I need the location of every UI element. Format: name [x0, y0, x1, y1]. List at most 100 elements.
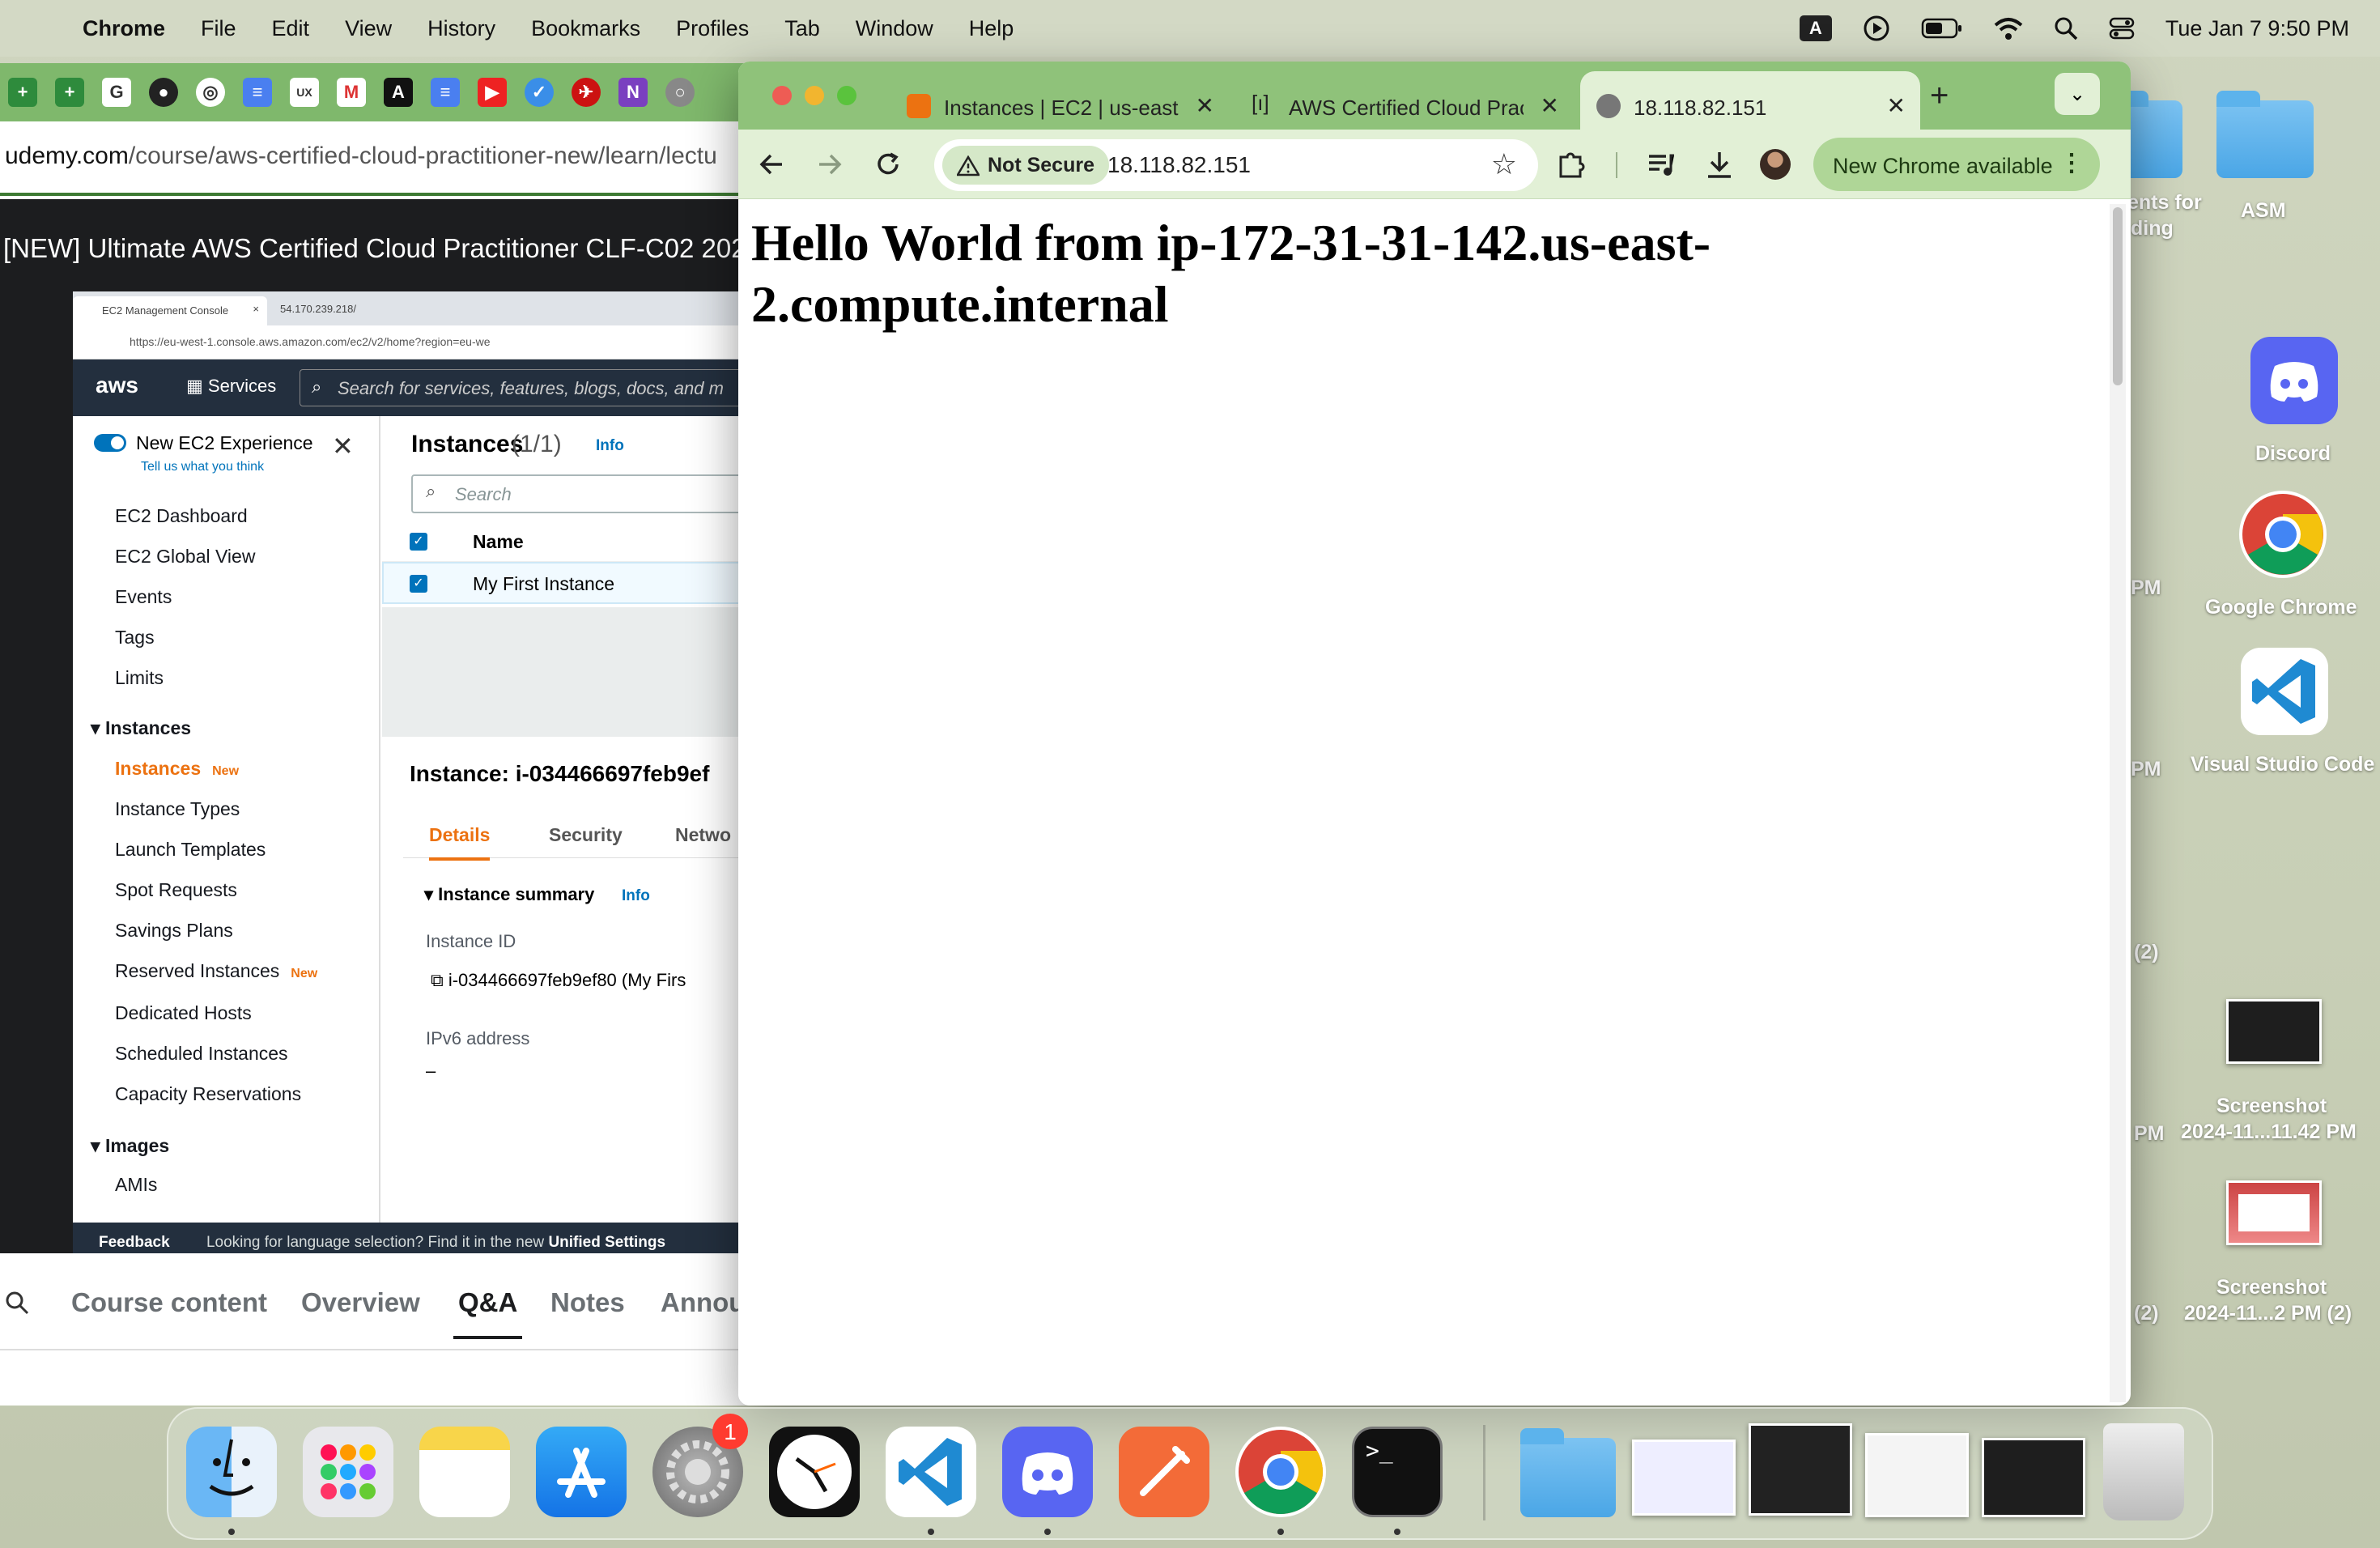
screenshot-thumbnail-1[interactable] — [2226, 999, 2322, 1064]
dock-divider — [1483, 1425, 1485, 1520]
udemy-address-bar[interactable]: udemy.com/course/aws-certified-cloud-pra… — [0, 121, 753, 196]
menu-file[interactable]: File — [201, 16, 236, 41]
downloads-folder-icon[interactable] — [1520, 1428, 1616, 1517]
tab-course-content[interactable]: Course content — [71, 1287, 267, 1318]
menu-tab[interactable]: Tab — [784, 16, 820, 41]
launchpad-icon[interactable] — [303, 1427, 393, 1517]
discord-dock-icon[interactable] — [1002, 1427, 1093, 1517]
openai-bookmark-icon[interactable]: ◎ — [196, 78, 225, 107]
ipv6-label: IPv6 address — [426, 1028, 530, 1048]
aws-logo: aws — [96, 372, 138, 398]
window-thumbnail-finder-2[interactable] — [1865, 1433, 1969, 1517]
notes-icon[interactable] — [419, 1427, 510, 1517]
bookmark-star-icon[interactable]: ☆ — [1491, 147, 1517, 181]
lettered-bookmark-icon[interactable]: A — [384, 78, 413, 107]
minimize-window-button[interactable] — [805, 86, 824, 105]
terminal-icon[interactable]: >_ — [1352, 1427, 1443, 1517]
tab-ec2-instances[interactable]: Instances | EC2 | us-east ✕ — [890, 71, 1229, 130]
battery-icon[interactable] — [1921, 17, 1963, 40]
menu-edit[interactable]: Edit — [272, 16, 310, 41]
not-secure-chip[interactable]: Not Secure — [942, 146, 1109, 185]
chrome-dock-icon[interactable] — [1235, 1427, 1326, 1517]
side-ec2-global-view: EC2 Global View — [115, 546, 256, 567]
visual-studio-code-icon[interactable] — [2241, 648, 2328, 735]
ux-bookmark-icon[interactable]: UX — [290, 78, 319, 107]
new-chrome-available-button[interactable]: New Chrome available ⋮ — [1813, 138, 2100, 191]
menu-window[interactable]: Window — [856, 16, 933, 41]
grammarly-bookmark-icon[interactable]: G — [102, 78, 131, 107]
discord-running-dot — [1044, 1529, 1051, 1535]
download-icon[interactable] — [1705, 149, 1734, 180]
input-source-icon[interactable]: A — [1799, 15, 1832, 41]
close-tab-icon[interactable]: ✕ — [1541, 92, 1559, 119]
sheets-bookmark-icon-2[interactable]: + — [55, 78, 84, 107]
window-thumbnail-discord[interactable] — [1749, 1423, 1852, 1516]
menu-app-name[interactable]: Chrome — [83, 16, 165, 41]
tab-announcements[interactable]: Annou — [661, 1287, 745, 1318]
media-controls-icon[interactable] — [1647, 151, 1676, 178]
clock-icon[interactable] — [769, 1427, 860, 1517]
tab-overview[interactable]: Overview — [301, 1287, 420, 1318]
extensions-icon[interactable] — [1556, 149, 1587, 180]
profile-avatar[interactable] — [1760, 149, 1791, 180]
trash-icon[interactable] — [2103, 1423, 2184, 1520]
menu-bookmarks[interactable]: Bookmarks — [531, 16, 640, 41]
discord-icon[interactable] — [2250, 337, 2338, 424]
play-icon[interactable] — [1863, 15, 1890, 42]
docs-bookmark-icon[interactable]: ≡ — [243, 78, 272, 107]
tab-aws-certified[interactable]: [ı] AWS Certified Cloud Prac ✕ — [1235, 71, 1574, 130]
globe-bookmark-icon[interactable]: ○ — [665, 78, 695, 107]
asm-folder-icon[interactable] — [2216, 91, 2314, 178]
aws-main: Instances (1/1) Info ⌕ Search ✓ Name ✓ My… — [382, 416, 753, 1226]
menu-profiles[interactable]: Profiles — [676, 16, 749, 41]
tab-notes[interactable]: Notes — [550, 1287, 625, 1318]
airline-bookmark-icon[interactable]: ✈ — [572, 78, 601, 107]
new-tab-button[interactable]: + — [1930, 78, 1949, 114]
menu-help[interactable]: Help — [969, 16, 1014, 41]
side-capacity-reservations: Capacity Reservations — [115, 1083, 302, 1104]
chrome-running-dot — [1277, 1529, 1284, 1535]
address-bar[interactable]: Not Secure 18.118.82.151 ☆ — [934, 139, 1538, 191]
google-chrome-icon[interactable] — [2239, 491, 2327, 578]
close-window-button[interactable] — [772, 86, 792, 105]
zoom-window-button[interactable] — [837, 86, 856, 105]
clock[interactable]: Tue Jan 7 9:50 PM — [2165, 16, 2349, 41]
onenote-bookmark-icon[interactable]: N — [618, 78, 648, 107]
wifi-icon[interactable] — [1994, 16, 2023, 40]
postman-icon[interactable] — [1119, 1427, 1209, 1517]
close-tab-icon[interactable]: ✕ — [1887, 92, 1906, 119]
toggle-icon — [94, 434, 126, 452]
window-thumbnail-finder[interactable] — [1632, 1440, 1736, 1516]
udemy-window: + + G ● ◎ ≡ UX M A ≡ ▶ ✓ ✈ N ○ udemy.com… — [0, 63, 753, 1406]
visual-studio-code-label: Visual Studio Code — [2191, 753, 2375, 776]
desktop-label-partial-2: ding — [2131, 217, 2174, 240]
tab-qa[interactable]: Q&A — [453, 1287, 523, 1339]
tab-active-ip[interactable]: 18.118.82.151 ✕ — [1580, 71, 1920, 130]
screenshot-thumbnail-2[interactable] — [2226, 1180, 2322, 1245]
control-center-icon[interactable] — [2109, 16, 2135, 40]
menu-history[interactable]: History — [427, 16, 495, 41]
search-icon[interactable] — [5, 1291, 29, 1315]
finder-icon[interactable] — [186, 1427, 277, 1517]
menu-bar: Chrome File Edit View History Bookmarks … — [0, 0, 2380, 57]
github-bookmark-icon[interactable]: ● — [149, 78, 178, 107]
back-icon[interactable] — [758, 151, 785, 178]
sheets-bookmark-icon[interactable]: + — [8, 78, 37, 107]
spotlight-search-icon[interactable] — [2054, 16, 2078, 40]
forward-icon[interactable] — [816, 151, 844, 178]
window-thumbnail-vscode[interactable] — [1982, 1438, 2085, 1517]
docs-bookmark-icon-2[interactable]: ≡ — [431, 78, 460, 107]
col-name: Name — [473, 531, 524, 552]
youtube-bookmark-icon[interactable]: ▶ — [478, 78, 507, 107]
menu-view[interactable]: View — [345, 16, 392, 41]
tab-search-button[interactable]: ⌄ — [2055, 73, 2100, 115]
close-tab-icon[interactable]: ✕ — [1196, 92, 1214, 119]
more-options-icon[interactable]: ⋮ — [2059, 149, 2084, 177]
gmail-bookmark-icon[interactable]: M — [337, 78, 366, 107]
app-store-icon[interactable] — [536, 1427, 627, 1517]
compass-bookmark-icon[interactable]: ✓ — [525, 78, 554, 107]
aws-url: https://eu-west-1.console.aws.amazon.com… — [73, 325, 753, 359]
scrollbar-thumb[interactable] — [2113, 207, 2123, 385]
reload-icon[interactable] — [874, 151, 902, 178]
vscode-dock-icon[interactable] — [886, 1427, 976, 1517]
